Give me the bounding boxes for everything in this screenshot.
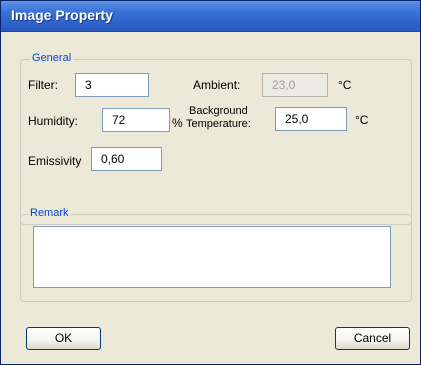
- remark-group-legend: Remark: [28, 207, 71, 219]
- humidity-field[interactable]: 72: [102, 108, 170, 132]
- background-temperature-label-line2: Temperature:: [186, 118, 251, 130]
- general-group-legend: General: [30, 52, 74, 64]
- filter-label: Filter:: [28, 78, 58, 92]
- emissivity-field[interactable]: 0,60: [91, 147, 162, 171]
- emissivity-label: Emissivity: [28, 154, 82, 168]
- dialog-body: General Filter: 3 Ambient: 23,0 °C Humid…: [5, 32, 416, 360]
- title-bar[interactable]: Image Property: [1, 1, 420, 32]
- cancel-button[interactable]: Cancel: [335, 327, 410, 350]
- ambient-unit: °C: [338, 78, 352, 92]
- dialog-title: Image Property: [11, 7, 113, 23]
- ambient-field: 23,0: [262, 73, 328, 97]
- humidity-unit: %: [172, 116, 183, 130]
- background-temperature-field[interactable]: 25,0: [275, 107, 347, 131]
- ok-button[interactable]: OK: [26, 327, 101, 350]
- remark-textarea[interactable]: [33, 226, 391, 288]
- image-property-dialog: Image Property General Filter: 3 Ambient…: [0, 0, 421, 365]
- ambient-label: Ambient:: [193, 78, 241, 92]
- humidity-label: Humidity:: [28, 114, 79, 128]
- background-temperature-label-line1: Background: [189, 105, 248, 117]
- filter-field[interactable]: 3: [75, 73, 149, 97]
- background-temperature-unit: °C: [355, 113, 369, 127]
